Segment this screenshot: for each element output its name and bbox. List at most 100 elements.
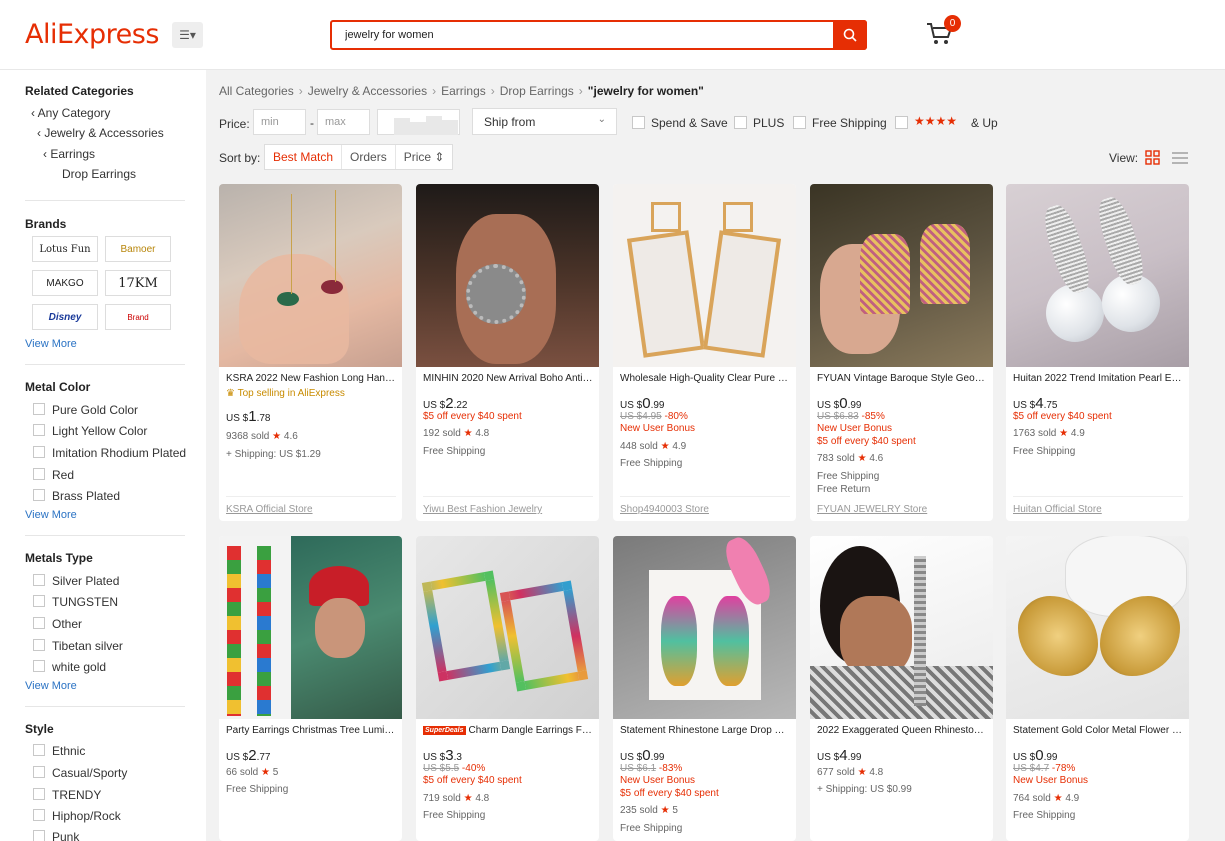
category-jewelry[interactable]: ‹ Jewelry & Accessories (37, 126, 164, 140)
price-max-input[interactable]: max (317, 109, 370, 135)
category-earrings[interactable]: ‹ Earrings (43, 147, 95, 161)
product-card[interactable]: 2022 Exaggerated Queen Rhinestone Letter… (810, 536, 993, 841)
sort-best-match[interactable]: Best Match (265, 145, 343, 169)
product-image[interactable] (416, 184, 599, 367)
metals-type-label[interactable]: Tibetan silver (52, 639, 123, 653)
product-title[interactable]: Party Earrings Christmas Tree Luminous (226, 725, 396, 736)
product-card[interactable]: KSRA 2022 New Fashion Long Hanging Earri… (219, 184, 402, 521)
brand-disney[interactable]: Disney (32, 304, 98, 330)
metal-color-label[interactable]: Light Yellow Color (52, 424, 147, 438)
product-image[interactable] (810, 536, 993, 719)
metals-type-checkbox[interactable] (33, 639, 45, 651)
breadcrumb-item[interactable]: Jewelry & Accessories (308, 84, 427, 98)
store-link[interactable]: Shop4940003 Store (620, 504, 709, 515)
product-card[interactable]: Statement Rhinestone Large Drop Earrings… (613, 536, 796, 841)
metals-type-view-more[interactable]: View More (25, 680, 77, 692)
free-shipping-label[interactable]: Free Shipping (812, 116, 887, 130)
product-title[interactable]: Huitan 2022 Trend Imitation Pearl Earrin… (1013, 373, 1183, 384)
product-image[interactable] (1006, 536, 1189, 719)
free-shipping-checkbox[interactable] (793, 116, 806, 129)
store-link[interactable]: KSRA Official Store (226, 504, 313, 515)
style-checkbox[interactable] (33, 830, 45, 841)
style-label[interactable]: Hiphop/Rock (52, 809, 121, 823)
metal-color-view-more[interactable]: View More (25, 509, 77, 521)
rating-checkbox[interactable] (895, 116, 908, 129)
store-link[interactable]: Yiwu Best Fashion Jewelry (423, 504, 542, 515)
style-checkbox[interactable] (33, 744, 45, 756)
product-image[interactable] (1006, 184, 1189, 367)
metal-color-checkbox[interactable] (33, 403, 45, 415)
ship-from-dropdown[interactable]: Ship from ⌄ (472, 108, 617, 135)
aliexpress-logo[interactable]: AliExpress (25, 19, 159, 50)
brand-17km[interactable]: 17KM (105, 270, 171, 296)
plus-label[interactable]: PLUS (753, 116, 784, 130)
metal-color-checkbox[interactable] (33, 489, 45, 501)
category-drop-earrings[interactable]: Drop Earrings (62, 167, 136, 181)
breadcrumb-item[interactable]: Drop Earrings (500, 84, 574, 98)
list-view-icon[interactable] (1172, 151, 1188, 165)
sort-price[interactable]: Price ⇕ (396, 145, 453, 169)
store-link[interactable]: Huitan Official Store (1013, 504, 1102, 515)
grid-view-icon[interactable] (1145, 150, 1160, 165)
brand-bamoer[interactable]: Bamoer (105, 236, 171, 262)
metal-color-label[interactable]: Imitation Rhodium Plated (52, 446, 186, 460)
category-any[interactable]: ‹ Any Category (31, 106, 110, 120)
metal-color-checkbox[interactable] (33, 446, 45, 458)
metals-type-checkbox[interactable] (33, 574, 45, 586)
product-card[interactable]: MINHIN 2020 New Arrival Boho Antique Ear… (416, 184, 599, 521)
sort-orders[interactable]: Orders (342, 145, 396, 169)
spend-save-checkbox[interactable] (632, 116, 645, 129)
metal-color-checkbox[interactable] (33, 468, 45, 480)
metals-type-label[interactable]: Silver Plated (52, 574, 119, 588)
style-label[interactable]: TRENDY (52, 788, 101, 802)
product-card[interactable]: Wholesale High-Quality Clear Pure Crysta… (613, 184, 796, 521)
product-image[interactable] (416, 536, 599, 719)
metals-type-label[interactable]: white gold (52, 660, 106, 674)
store-link[interactable]: FYUAN JEWELRY Store (817, 504, 927, 515)
product-card[interactable]: Party Earrings Christmas Tree Luminous U… (219, 536, 402, 841)
product-card[interactable]: Statement Gold Color Metal Flower Earrin… (1006, 536, 1189, 841)
metals-type-label[interactable]: TUNGSTEN (52, 595, 118, 609)
style-checkbox[interactable] (33, 766, 45, 778)
price-min-input[interactable]: min (253, 109, 306, 135)
style-label[interactable]: Punk (52, 830, 79, 841)
product-title[interactable]: KSRA 2022 New Fashion Long Hanging Earri… (226, 373, 396, 384)
metal-color-label[interactable]: Pure Gold Color (52, 403, 138, 417)
breadcrumb-item[interactable]: All Categories (219, 84, 294, 98)
product-title[interactable]: Statement Rhinestone Large Drop Earrings (620, 725, 790, 736)
brand-lotus-fun[interactable]: Lotus Fun (32, 236, 98, 262)
style-checkbox[interactable] (33, 809, 45, 821)
plus-checkbox[interactable] (734, 116, 747, 129)
brand-makgo[interactable]: MAKGO (32, 270, 98, 296)
metals-type-label[interactable]: Other (52, 617, 82, 631)
product-title[interactable]: Statement Gold Color Metal Flower Earrin… (1013, 725, 1183, 736)
metal-color-label[interactable]: Brass Plated (52, 489, 120, 503)
search-button[interactable] (833, 20, 867, 50)
product-card[interactable]: SuperDealsCharm Dangle Earrings For Wome… (416, 536, 599, 841)
style-label[interactable]: Casual/Sporty (52, 766, 127, 780)
metals-type-checkbox[interactable] (33, 617, 45, 629)
product-card[interactable]: Huitan 2022 Trend Imitation Pearl Earrin… (1006, 184, 1189, 521)
metals-type-checkbox[interactable] (33, 660, 45, 672)
spend-save-label[interactable]: Spend & Save (651, 116, 728, 130)
product-title[interactable]: MINHIN 2020 New Arrival Boho Antique Ear… (423, 373, 593, 384)
brands-view-more[interactable]: View More (25, 338, 77, 350)
metal-color-label[interactable]: Red (52, 468, 74, 482)
product-image[interactable] (613, 184, 796, 367)
brand-logo[interactable]: Brand (105, 304, 171, 330)
style-label[interactable]: Ethnic (52, 744, 85, 758)
category-menu-button[interactable]: ☰▾ (172, 22, 203, 48)
style-checkbox[interactable] (33, 788, 45, 800)
and-up-label[interactable]: & Up (971, 116, 998, 130)
metals-type-checkbox[interactable] (33, 595, 45, 607)
product-image[interactable] (613, 536, 796, 719)
product-title[interactable]: Wholesale High-Quality Clear Pure Crysta… (620, 373, 790, 384)
product-title[interactable]: SuperDealsCharm Dangle Earrings For Wome… (423, 725, 593, 736)
product-image[interactable] (219, 184, 402, 367)
product-title[interactable]: FYUAN Vintage Baroque Style Geometric (817, 373, 987, 384)
search-input[interactable] (332, 22, 832, 48)
product-image[interactable] (219, 536, 402, 719)
metal-color-checkbox[interactable] (33, 424, 45, 436)
product-image[interactable] (810, 184, 993, 367)
product-card[interactable]: FYUAN Vintage Baroque Style Geometric US… (810, 184, 993, 521)
